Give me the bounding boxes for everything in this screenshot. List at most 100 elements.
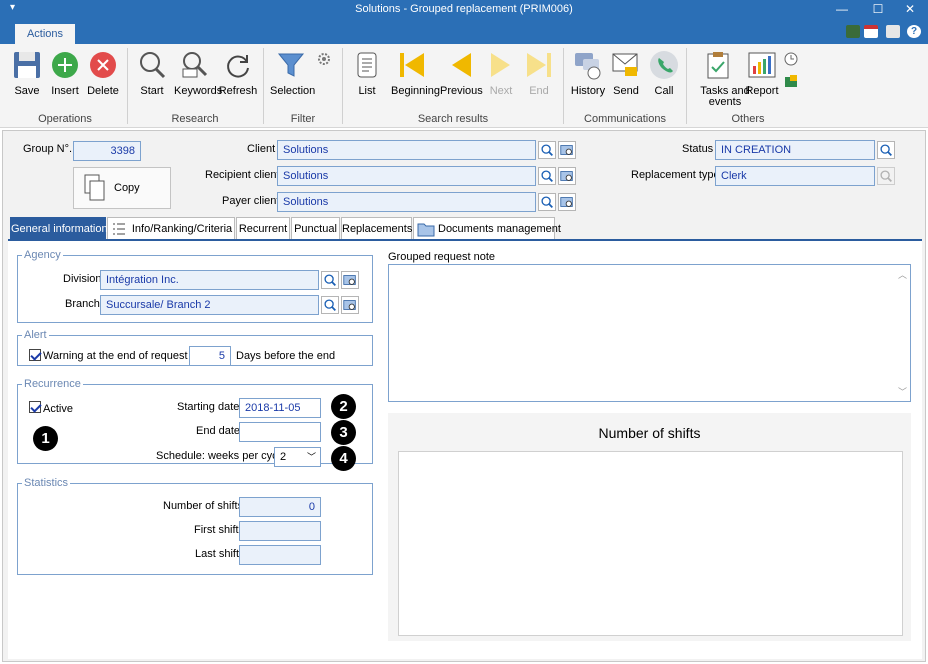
calendar-icon[interactable] bbox=[864, 25, 878, 38]
client-open-folder-icon[interactable] bbox=[558, 141, 576, 159]
plus-icon bbox=[52, 52, 78, 78]
filter-settings-icon[interactable] bbox=[317, 52, 331, 66]
ribbon-tab-bar: Actions ? bbox=[0, 20, 928, 44]
starting-date-label: Starting date bbox=[177, 401, 240, 413]
callout-1: 1 bbox=[33, 426, 58, 451]
history-button[interactable]: History bbox=[571, 50, 605, 104]
tab-actions[interactable]: Actions bbox=[15, 24, 75, 44]
group-no-field[interactable]: 3398 bbox=[73, 141, 141, 161]
first-record-icon bbox=[400, 53, 424, 77]
recipient-label: Recipient client bbox=[205, 169, 280, 181]
list-icon bbox=[113, 223, 125, 235]
tab-info-ranking-criteria[interactable]: Info/Ranking/Criteria bbox=[107, 217, 235, 241]
selection-button[interactable]: Selection bbox=[270, 50, 315, 104]
schedule-label: Schedule: weeks per cycle bbox=[156, 450, 287, 462]
client-field[interactable]: Solutions bbox=[277, 140, 536, 160]
close-button[interactable]: ✕ bbox=[900, 1, 920, 17]
envelope-icon bbox=[612, 53, 638, 76]
copy-button[interactable]: Copy bbox=[73, 167, 171, 209]
send-button[interactable]: Send bbox=[611, 50, 641, 104]
weeks-per-cycle-value: 2 bbox=[280, 451, 287, 463]
call-button[interactable]: Call bbox=[649, 50, 679, 104]
branch-field[interactable]: Succursale/ Branch 2 bbox=[100, 295, 319, 315]
payer-open-folder-icon[interactable] bbox=[558, 193, 576, 211]
replacement-type-field[interactable]: Clerk bbox=[715, 166, 875, 186]
end-date-field[interactable] bbox=[239, 422, 321, 442]
branch-open-folder-icon[interactable] bbox=[341, 296, 359, 314]
replacement-type-search-icon[interactable] bbox=[877, 167, 895, 185]
list-button[interactable]: List bbox=[352, 50, 382, 104]
starting-date-field[interactable]: 2018-11-05 bbox=[239, 398, 321, 418]
next-icon bbox=[491, 53, 510, 77]
payer-field[interactable]: Solutions bbox=[277, 192, 536, 212]
recipient-field[interactable]: Solutions bbox=[277, 166, 536, 186]
tab-documents-management[interactable]: Documents management bbox=[413, 217, 561, 241]
window-title: Solutions - Grouped replacement (PRIM006… bbox=[355, 3, 573, 15]
scheduled-report-icon[interactable] bbox=[784, 52, 798, 66]
clipboard-check-icon bbox=[707, 52, 729, 79]
branch-search-icon[interactable] bbox=[321, 296, 339, 314]
minimize-button[interactable]: — bbox=[832, 1, 852, 17]
active-checkbox[interactable] bbox=[29, 401, 41, 413]
report-button[interactable]: Report bbox=[745, 50, 779, 104]
excel-export-icon[interactable] bbox=[784, 74, 798, 88]
last-shift-label: Last shift bbox=[195, 548, 240, 560]
client-label: Client bbox=[247, 143, 276, 155]
previous-button[interactable]: Previous bbox=[440, 50, 483, 104]
recipient-open-folder-icon[interactable] bbox=[558, 167, 576, 185]
number-of-shifts-label: Number of shifts bbox=[163, 500, 244, 512]
division-field[interactable]: Intégration Inc. bbox=[100, 270, 319, 290]
help-icon[interactable]: ? bbox=[907, 25, 921, 38]
next-button[interactable]: Next bbox=[486, 50, 516, 104]
recipient-search-icon[interactable] bbox=[538, 167, 556, 185]
copy-label: Copy bbox=[114, 182, 140, 194]
end-date-label: End date bbox=[196, 425, 241, 437]
insert-button[interactable]: Insert bbox=[50, 50, 80, 104]
days-before-end-field[interactable]: 5 bbox=[189, 346, 231, 366]
keyword-search-icon bbox=[182, 52, 208, 78]
folder-icon bbox=[417, 223, 435, 237]
calculator-icon[interactable] bbox=[846, 25, 860, 38]
tab-general-information[interactable]: General information bbox=[10, 217, 108, 241]
number-of-shifts-field[interactable]: 0 bbox=[239, 497, 321, 517]
refresh-icon bbox=[227, 55, 249, 78]
save-icon bbox=[14, 52, 40, 78]
last-shift-field[interactable] bbox=[239, 545, 321, 565]
grouped-request-note-textarea[interactable]: ︿ ﹀ bbox=[388, 264, 911, 402]
beginning-button[interactable]: Beginning bbox=[391, 50, 440, 104]
delete-button[interactable]: Delete bbox=[87, 50, 119, 104]
branch-label: Branch bbox=[65, 298, 100, 310]
shifts-chart-panel: Number of shifts bbox=[388, 413, 911, 641]
division-open-folder-icon[interactable] bbox=[341, 271, 359, 289]
scroll-up-icon[interactable]: ︿ bbox=[898, 268, 907, 281]
status-search-icon[interactable] bbox=[877, 141, 895, 159]
tab-recurrent[interactable]: Recurrent bbox=[236, 217, 290, 241]
maximize-button[interactable]: ☐ bbox=[868, 1, 888, 17]
save-button[interactable]: Save bbox=[12, 50, 42, 104]
lock-icon[interactable] bbox=[886, 25, 900, 38]
end-button[interactable]: End bbox=[524, 50, 554, 104]
warning-checkbox[interactable] bbox=[29, 349, 41, 361]
callout-3: 3 bbox=[331, 420, 356, 445]
status-field[interactable]: IN CREATION bbox=[715, 140, 875, 160]
first-shift-label: First shift bbox=[194, 524, 239, 536]
history-icon bbox=[575, 53, 601, 80]
search-icon bbox=[140, 52, 166, 79]
days-before-end-label: Days before the end bbox=[236, 350, 336, 362]
first-shift-field[interactable] bbox=[239, 521, 321, 541]
weeks-per-cycle-select[interactable]: 2 ﹀ bbox=[274, 447, 321, 467]
tab-punctual[interactable]: Punctual bbox=[291, 217, 340, 241]
report-chart-icon bbox=[748, 52, 776, 78]
division-search-icon[interactable] bbox=[321, 271, 339, 289]
tasks-events-button[interactable]: Tasks and events bbox=[700, 50, 750, 108]
client-search-icon[interactable] bbox=[538, 141, 556, 159]
start-button[interactable]: Start bbox=[137, 50, 167, 104]
refresh-button[interactable]: Refresh bbox=[219, 50, 257, 104]
scroll-down-icon[interactable]: ﹀ bbox=[898, 385, 907, 398]
status-label: Status bbox=[682, 143, 714, 155]
warning-label: Warning at the end of request bbox=[43, 350, 188, 362]
keywords-button[interactable]: Keywords bbox=[174, 50, 222, 104]
delete-icon bbox=[90, 52, 116, 78]
payer-search-icon[interactable] bbox=[538, 193, 556, 211]
tab-replacements[interactable]: Replacements bbox=[341, 217, 412, 241]
